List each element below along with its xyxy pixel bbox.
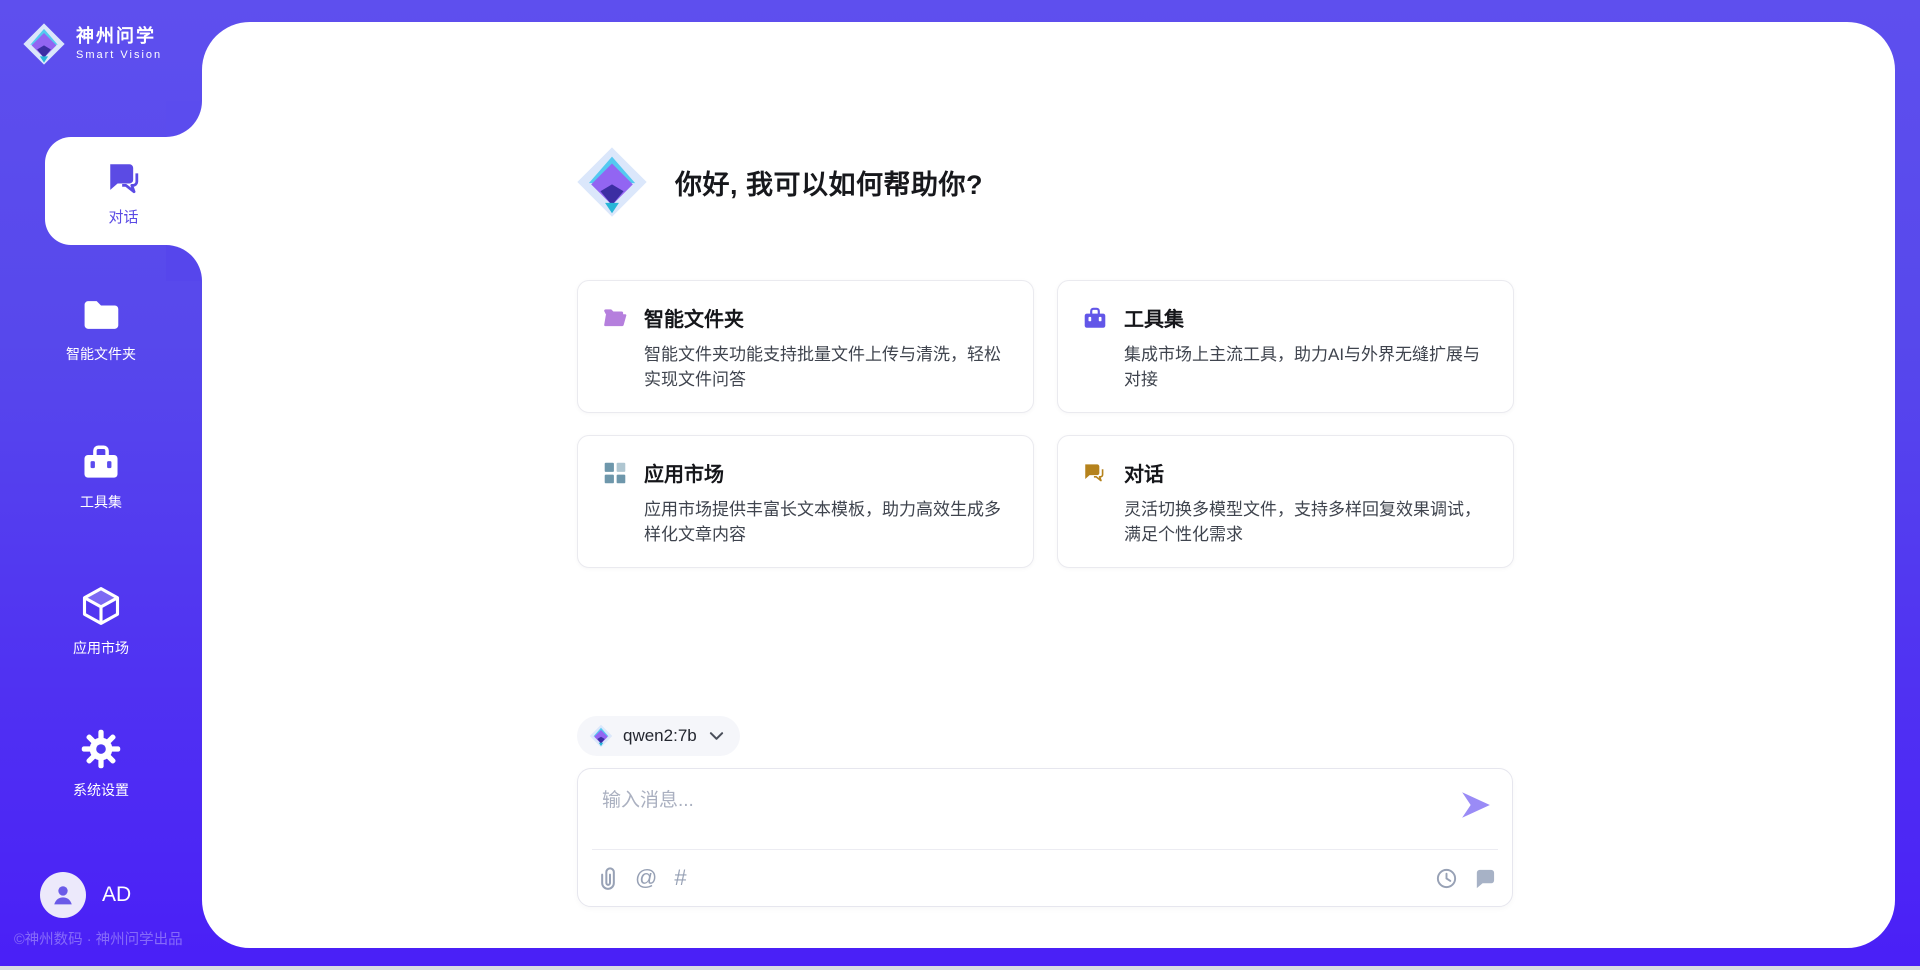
user-name: AD <box>102 883 131 907</box>
card-smart-folder[interactable]: 智能文件夹 智能文件夹功能支持批量文件上传与清洗，轻松实现文件问答 <box>577 280 1034 413</box>
card-description: 智能文件夹功能支持批量文件上传与清洗，轻松实现文件问答 <box>644 342 1009 392</box>
card-description: 灵活切换多模型文件，支持多样回复效果调试，满足个性化需求 <box>1124 497 1489 547</box>
sidebar-item-label: 对话 <box>108 206 138 227</box>
copyright-text: ©神州数码 · 神州问学出品 <box>14 928 214 949</box>
composer-toolbar-right <box>1435 867 1496 890</box>
history-button[interactable] <box>1435 867 1458 890</box>
tab-flare-bottom <box>166 245 202 281</box>
person-icon <box>49 881 77 909</box>
sidebar-item-label: 应用市场 <box>73 638 129 658</box>
new-chat-button[interactable] <box>1473 867 1496 890</box>
card-header: 应用市场 <box>602 458 1009 487</box>
speech-bubble-icon <box>1473 867 1496 890</box>
sidebar-item-app-market[interactable]: 应用市场 <box>0 584 202 658</box>
sidebar-item-label: 工具集 <box>80 492 122 512</box>
gear-icon <box>80 728 122 770</box>
brand-text: 神州问学 Smart Vision <box>76 26 162 61</box>
composer-divider <box>592 849 1498 850</box>
send-button[interactable] <box>1460 789 1492 821</box>
chevron-down-icon <box>709 731 724 741</box>
card-title: 智能文件夹 <box>644 303 744 332</box>
brand-name-cn: 神州问学 <box>76 26 162 47</box>
at-symbol: @ <box>635 867 657 889</box>
card-description: 应用市场提供丰富长文本模板，助力高效生成多样化文章内容 <box>644 497 1009 547</box>
brand-name-en: Smart Vision <box>76 49 162 62</box>
folder-icon <box>80 296 122 334</box>
message-input[interactable] <box>600 783 1454 845</box>
card-header: 智能文件夹 <box>602 303 1009 332</box>
toolbox-icon <box>1082 305 1108 331</box>
chat-bubbles-icon <box>1082 460 1108 486</box>
card-title: 对话 <box>1124 458 1164 487</box>
chat-bubbles-icon <box>102 156 146 200</box>
user-account[interactable]: AD <box>40 872 131 918</box>
greeting-text: 你好, 我可以如何帮助你? <box>675 163 983 202</box>
topic-button[interactable]: # <box>674 867 686 889</box>
model-name: qwen2:7b <box>623 726 697 746</box>
card-header: 工具集 <box>1082 303 1489 332</box>
gem-logo-icon <box>589 724 613 748</box>
sidebar-item-label: 智能文件夹 <box>66 344 136 364</box>
paperclip-icon <box>598 866 618 890</box>
cube-icon <box>79 584 123 628</box>
card-title: 应用市场 <box>644 458 724 487</box>
folder-open-icon <box>602 305 628 331</box>
card-toolset[interactable]: 工具集 集成市场上主流工具，助力AI与外界无缝扩展与对接 <box>1057 280 1514 413</box>
sidebar: 神州问学 Smart Vision 对话 智能文件夹 工具集 <box>0 0 202 970</box>
greeting-row: 你好, 我可以如何帮助你? <box>573 145 983 219</box>
feature-cards: 智能文件夹 智能文件夹功能支持批量文件上传与清洗，轻松实现文件问答 工具集 集成… <box>577 280 1514 568</box>
toolbox-icon <box>80 442 122 482</box>
attach-file-button[interactable] <box>598 866 618 890</box>
message-composer: @ # <box>577 768 1513 907</box>
avatar <box>40 872 86 918</box>
sidebar-item-label: 系统设置 <box>73 780 129 800</box>
history-clock-icon <box>1435 867 1458 890</box>
hash-symbol: # <box>674 867 686 889</box>
card-title: 工具集 <box>1124 303 1184 332</box>
gem-logo-icon <box>573 145 651 219</box>
apps-grid-icon <box>602 460 628 486</box>
sidebar-item-smart-folder[interactable]: 智能文件夹 <box>0 296 202 364</box>
card-chat[interactable]: 对话 灵活切换多模型文件，支持多样回复效果调试，满足个性化需求 <box>1057 435 1514 568</box>
model-selector[interactable]: qwen2:7b <box>577 716 740 756</box>
screen-bottom-edge <box>0 966 1920 970</box>
card-header: 对话 <box>1082 458 1489 487</box>
brand-logo: 神州问学 Smart Vision <box>22 22 162 66</box>
send-icon <box>1460 789 1492 821</box>
mention-button[interactable]: @ <box>635 867 657 889</box>
sidebar-item-settings[interactable]: 系统设置 <box>0 728 202 800</box>
card-app-market[interactable]: 应用市场 应用市场提供丰富长文本模板，助力高效生成多样化文章内容 <box>577 435 1034 568</box>
gem-logo-icon <box>22 22 66 66</box>
sidebar-item-chat[interactable]: 对话 <box>45 137 202 245</box>
tab-flare-top <box>166 101 202 137</box>
card-description: 集成市场上主流工具，助力AI与外界无缝扩展与对接 <box>1124 342 1489 392</box>
sidebar-item-toolset[interactable]: 工具集 <box>0 442 202 512</box>
composer-toolbar: @ # <box>598 861 1496 895</box>
